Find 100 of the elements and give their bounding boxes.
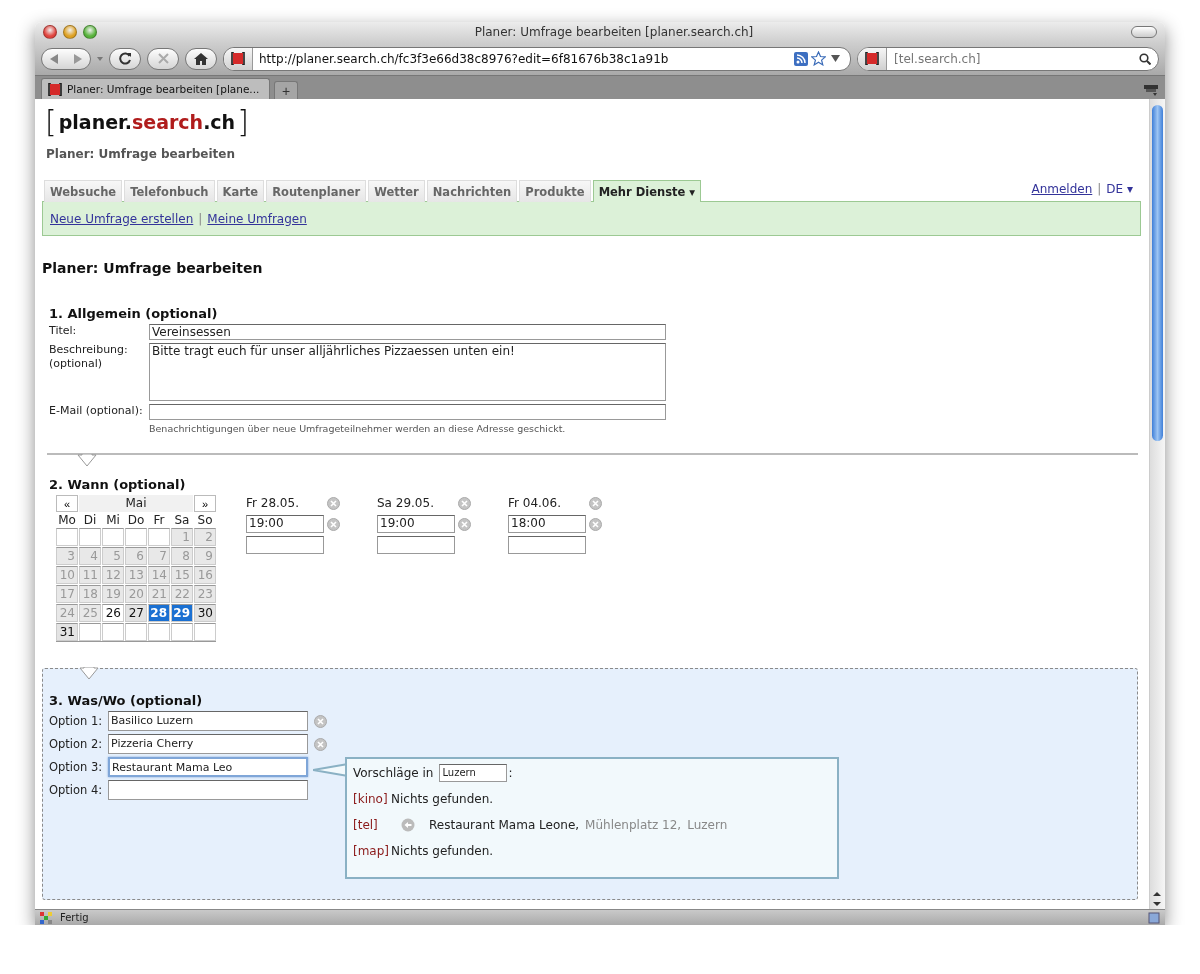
option-field[interactable]: Restaurant Mama Leo <box>108 757 308 777</box>
weekday-label: Mo <box>57 513 77 527</box>
calendar-day[interactable]: 31 <box>56 623 78 641</box>
language-menu[interactable]: DE ▾ <box>1106 182 1133 196</box>
subnav-link[interactable]: Neue Umfrage erstellen <box>50 211 194 226</box>
nav-tab[interactable]: Websuche <box>44 180 123 202</box>
date-label: Sa 29.05. <box>377 496 434 510</box>
section-title: 2. Wann (optional) <box>49 477 187 492</box>
page-heading: Planer: Umfrage bearbeiten <box>42 260 264 276</box>
calendar-day[interactable]: 30 <box>194 604 216 622</box>
new-tab-button[interactable]: + <box>274 81 298 99</box>
star-icon[interactable] <box>811 51 826 66</box>
option-field[interactable]: Basilico Luzern <box>108 711 308 731</box>
nav-tab[interactable]: Karte <box>216 180 265 202</box>
time-field[interactable] <box>377 536 455 554</box>
time-field[interactable]: 18:00 <box>508 515 586 533</box>
zoom-button[interactable] <box>83 25 97 39</box>
previous-month-button[interactable]: « <box>56 495 78 512</box>
section-title: 3. Was/Wo (optional) <box>49 693 204 708</box>
window-title: Planer: Umfrage bearbeiten [planer.search.ch] <box>473 25 755 39</box>
browser-tab[interactable]: Planer: Umfrage bearbeiten [plane... <box>41 78 270 99</box>
minimize-button[interactable] <box>63 25 77 39</box>
field-hint: Benachrichtigungen über neue Umfrageteilnehmer werden an diese Adresse geschickt. <box>149 423 567 434</box>
status-text: Fertig <box>60 912 89 923</box>
close-icon <box>157 53 169 64</box>
tab-list-icon[interactable] <box>1143 82 1159 96</box>
option-label: Option 4: <box>49 783 104 797</box>
weekday-label: Fr <box>152 513 166 527</box>
login-link[interactable]: Anmelden <box>1031 182 1093 196</box>
input-field[interactable] <box>149 404 666 420</box>
section-title: 1. Allgemein (optional) <box>49 306 219 321</box>
down-arrow-icon <box>77 454 97 467</box>
nav-tab[interactable]: Produkte <box>519 180 591 202</box>
close-button[interactable] <box>43 25 57 39</box>
text-area[interactable]: Bitte tragt euch für unser alljährliches Pizzaessen unten ein! <box>149 343 666 401</box>
nav-tab[interactable]: Routenplaner <box>266 180 367 202</box>
suggestions-intro: Vorschläge in <box>353 766 434 780</box>
result-text: Nichts gefunden. <box>391 844 494 858</box>
stop-button[interactable] <box>147 47 179 70</box>
scrollbar-thumb[interactable] <box>1152 105 1163 441</box>
url-field[interactable]: http://planer.search.ch/fc3f3e66d38c8976?edit=6f81676b38c1a91b <box>223 46 851 71</box>
time-field[interactable] <box>246 536 324 554</box>
field-label: Titel: <box>49 324 78 339</box>
reload-icon <box>118 52 132 65</box>
home-button[interactable] <box>185 47 217 70</box>
nav-tab[interactable]: Wetter <box>368 180 425 202</box>
back-forward-arrows-icon <box>48 52 84 65</box>
caret-icon[interactable] <box>97 56 103 61</box>
result-name[interactable]: Restaurant Mama Leone, <box>429 818 580 832</box>
down-arrow-icon <box>79 667 99 680</box>
search-icon[interactable] <box>1139 52 1151 65</box>
option-label: Option 1: <box>49 714 104 728</box>
time-field[interactable] <box>508 536 586 554</box>
toolbar-toggle-button[interactable] <box>1131 26 1157 38</box>
subnav-link[interactable]: Meine Umfragen <box>207 211 307 226</box>
rss-icon[interactable] <box>794 51 808 66</box>
site-logo-icon <box>231 52 245 65</box>
site-logo[interactable]: [planer.search.ch] <box>45 107 1141 137</box>
source-label: [tel] <box>353 818 379 832</box>
remove-icon[interactable] <box>314 714 327 728</box>
site-logo-icon <box>865 52 879 65</box>
nav-tab[interactable]: Nachrichten <box>426 180 518 202</box>
reload-button[interactable] <box>109 47 141 70</box>
month-label: Mai <box>79 495 193 512</box>
remove-icon[interactable] <box>314 737 327 751</box>
result-city: Luzern <box>687 818 728 832</box>
field-label: E-Mail (optional): <box>49 404 144 419</box>
dropdown-icon[interactable] <box>831 55 840 62</box>
back-forward-button[interactable] <box>41 47 91 70</box>
option-field[interactable]: Pizzeria Cherry <box>108 734 308 754</box>
calendar-day[interactable]: 28 <box>148 604 170 622</box>
home-icon <box>194 52 208 65</box>
weekday-label: Di <box>82 513 98 527</box>
nav-tab[interactable]: Mehr Dienste ▾ <box>592 180 702 202</box>
remove-icon[interactable] <box>327 517 340 531</box>
remove-icon[interactable] <box>589 517 602 531</box>
calendar-day[interactable]: 26 <box>102 604 124 622</box>
calendar-day[interactable]: 29 <box>171 604 193 622</box>
site-logo-icon <box>48 82 62 96</box>
option-field[interactable] <box>108 780 308 800</box>
weekday-label: Do <box>126 513 146 527</box>
remove-icon[interactable] <box>458 517 471 531</box>
calendar-day[interactable]: 27 <box>125 604 147 622</box>
scrollbar[interactable] <box>1149 99 1165 909</box>
time-field[interactable]: 19:00 <box>377 515 455 533</box>
search-field[interactable]: [tel.search.ch] <box>857 46 1159 71</box>
remove-icon[interactable] <box>589 496 602 510</box>
next-month-button[interactable]: » <box>194 495 216 512</box>
field-label: Beschreibung: (optional) <box>49 343 129 372</box>
site-subtitle: Planer: Umfrage bearbeiten <box>46 147 236 161</box>
location-field[interactable]: Luzern <box>439 764 508 782</box>
date-label: Fr 04.06. <box>508 496 561 510</box>
remove-icon[interactable] <box>458 496 471 510</box>
nav-tab[interactable]: Telefonbuch <box>124 180 215 202</box>
input-field[interactable]: Vereinsessen <box>149 324 666 340</box>
colon: : <box>508 766 513 780</box>
time-field[interactable]: 19:00 <box>246 515 324 533</box>
separator: | <box>1097 182 1102 196</box>
remove-icon[interactable] <box>327 496 340 510</box>
weekday-label: Mi <box>105 513 121 527</box>
